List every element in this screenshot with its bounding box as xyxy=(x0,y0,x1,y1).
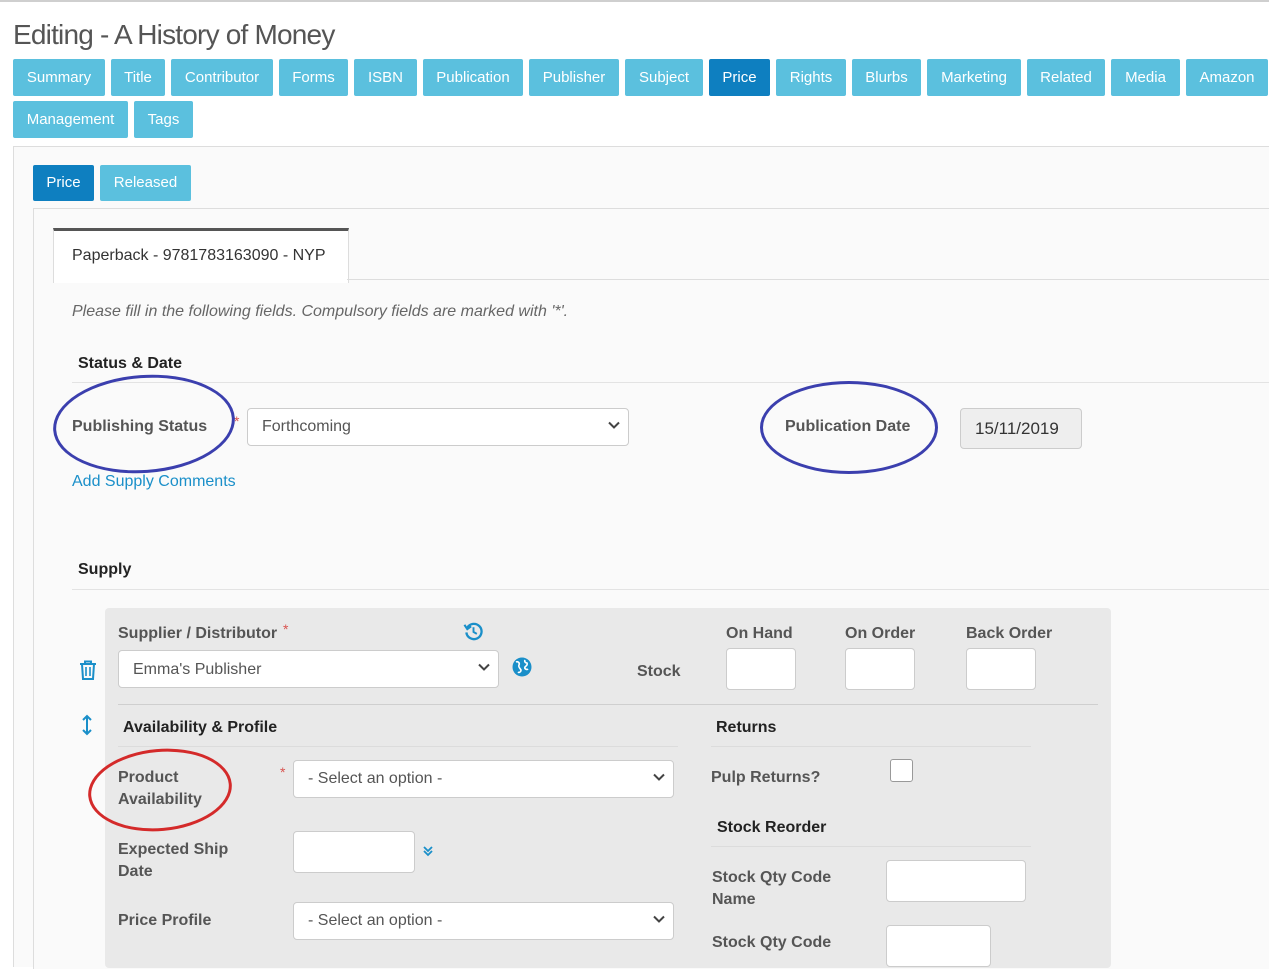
form-instructions: Please fill in the following fields. Com… xyxy=(72,303,569,320)
globe-icon[interactable] xyxy=(512,657,532,677)
chevron-down-icon xyxy=(478,663,490,671)
tab-media[interactable]: Media xyxy=(1111,59,1180,96)
tab-isbn[interactable]: ISBN xyxy=(354,59,417,96)
publication-date-value: 15/11/2019 xyxy=(975,419,1059,438)
back-order-input[interactable] xyxy=(966,648,1036,690)
tab-marketing[interactable]: Marketing xyxy=(927,59,1021,96)
reorder-arrows-icon[interactable] xyxy=(81,714,93,736)
supplier-select[interactable]: Emma's Publisher xyxy=(118,650,499,688)
on-hand-input[interactable] xyxy=(726,648,796,690)
on-hand-label: On Hand xyxy=(726,625,793,642)
expected-ship-date-input[interactable] xyxy=(293,831,415,873)
required-marker: * xyxy=(234,413,240,429)
double-chevron-down-icon[interactable] xyxy=(422,845,434,857)
publishing-status-select[interactable]: Forthcoming xyxy=(247,408,629,446)
format-tab[interactable]: Paperback - 9781783163090 - NYP xyxy=(53,228,349,283)
pulp-returns-checkbox[interactable] xyxy=(890,759,913,782)
tab-blurbs[interactable]: Blurbs xyxy=(852,59,921,96)
tab-publication[interactable]: Publication xyxy=(423,59,523,96)
price-profile-select[interactable]: - Select an option - xyxy=(293,902,674,940)
stock-qty-code-label: Stock Qty Code xyxy=(712,934,832,951)
tab-forms[interactable]: Forms xyxy=(279,59,348,96)
publishing-status-label: Publishing Status xyxy=(72,418,208,435)
price-profile-value: - Select an option - xyxy=(308,912,443,929)
stock-qty-code-input[interactable] xyxy=(886,925,991,967)
pulp-returns-label: Pulp Returns? xyxy=(711,769,821,786)
format-tab-divider xyxy=(347,279,1269,280)
required-marker: * xyxy=(283,621,289,637)
price-profile-label: Price Profile xyxy=(118,912,212,929)
supply-rule xyxy=(72,589,1269,590)
stock-qty-code-name-input[interactable] xyxy=(886,860,1026,902)
page-title: Editing - A History of Money xyxy=(13,19,335,50)
required-marker: * xyxy=(280,764,286,780)
tab-rights[interactable]: Rights xyxy=(776,59,846,96)
chevron-down-icon xyxy=(653,773,665,781)
status-date-rule xyxy=(72,382,1269,383)
status-date-heading: Status & Date xyxy=(78,355,183,372)
expected-ship-date-label: Expected Ship Date xyxy=(118,841,229,880)
publication-date-field: 15/11/2019 xyxy=(960,408,1082,449)
trash-icon[interactable] xyxy=(78,659,98,681)
format-tab-label: Paperback - 9781783163090 - NYP xyxy=(72,247,326,264)
tab-related[interactable]: Related xyxy=(1027,59,1105,96)
product-availability-value: - Select an option - xyxy=(308,770,443,787)
availability-heading: Availability & Profile xyxy=(123,719,278,736)
tab-tags[interactable]: Tags xyxy=(134,101,193,138)
stock-label: Stock xyxy=(637,663,681,680)
subtab-price[interactable]: Price xyxy=(33,165,94,201)
product-availability-label: Product Availability xyxy=(118,769,202,808)
stock-reorder-rule xyxy=(711,846,1031,847)
stock-reorder-heading: Stock Reorder xyxy=(717,819,827,836)
tab-publisher[interactable]: Publisher xyxy=(529,59,619,96)
top-border xyxy=(0,0,1269,2)
tab-management[interactable]: Management xyxy=(13,101,128,138)
chevron-down-icon xyxy=(608,421,620,429)
supplier-value: Emma's Publisher xyxy=(133,661,262,678)
publication-date-label: Publication Date xyxy=(785,418,911,435)
returns-rule xyxy=(711,746,1031,747)
supply-heading: Supply xyxy=(78,561,132,578)
publishing-status-value: Forthcoming xyxy=(262,418,351,435)
stock-qty-code-name-label: Stock Qty Code Name xyxy=(712,869,832,908)
on-order-label: On Order xyxy=(845,625,916,642)
chevron-down-icon xyxy=(653,915,665,923)
tab-amazon[interactable]: Amazon xyxy=(1186,59,1268,96)
add-supply-comments-link[interactable]: Add Supply Comments xyxy=(72,473,236,491)
availability-rule xyxy=(118,746,678,747)
product-availability-select[interactable]: - Select an option - xyxy=(293,760,674,798)
supply-divider xyxy=(118,704,1098,705)
tab-price[interactable]: Price xyxy=(709,59,770,96)
subtab-released[interactable]: Released xyxy=(100,165,191,201)
tab-title[interactable]: Title xyxy=(111,59,165,96)
supplier-label: Supplier / Distributor xyxy=(118,625,278,642)
history-icon[interactable] xyxy=(463,621,484,642)
on-order-input[interactable] xyxy=(845,648,915,690)
tab-summary[interactable]: Summary xyxy=(13,59,105,96)
tab-contributor[interactable]: Contributor xyxy=(171,59,273,96)
returns-heading: Returns xyxy=(716,719,777,736)
back-order-label: Back Order xyxy=(966,625,1053,642)
tab-subject[interactable]: Subject xyxy=(625,59,703,96)
